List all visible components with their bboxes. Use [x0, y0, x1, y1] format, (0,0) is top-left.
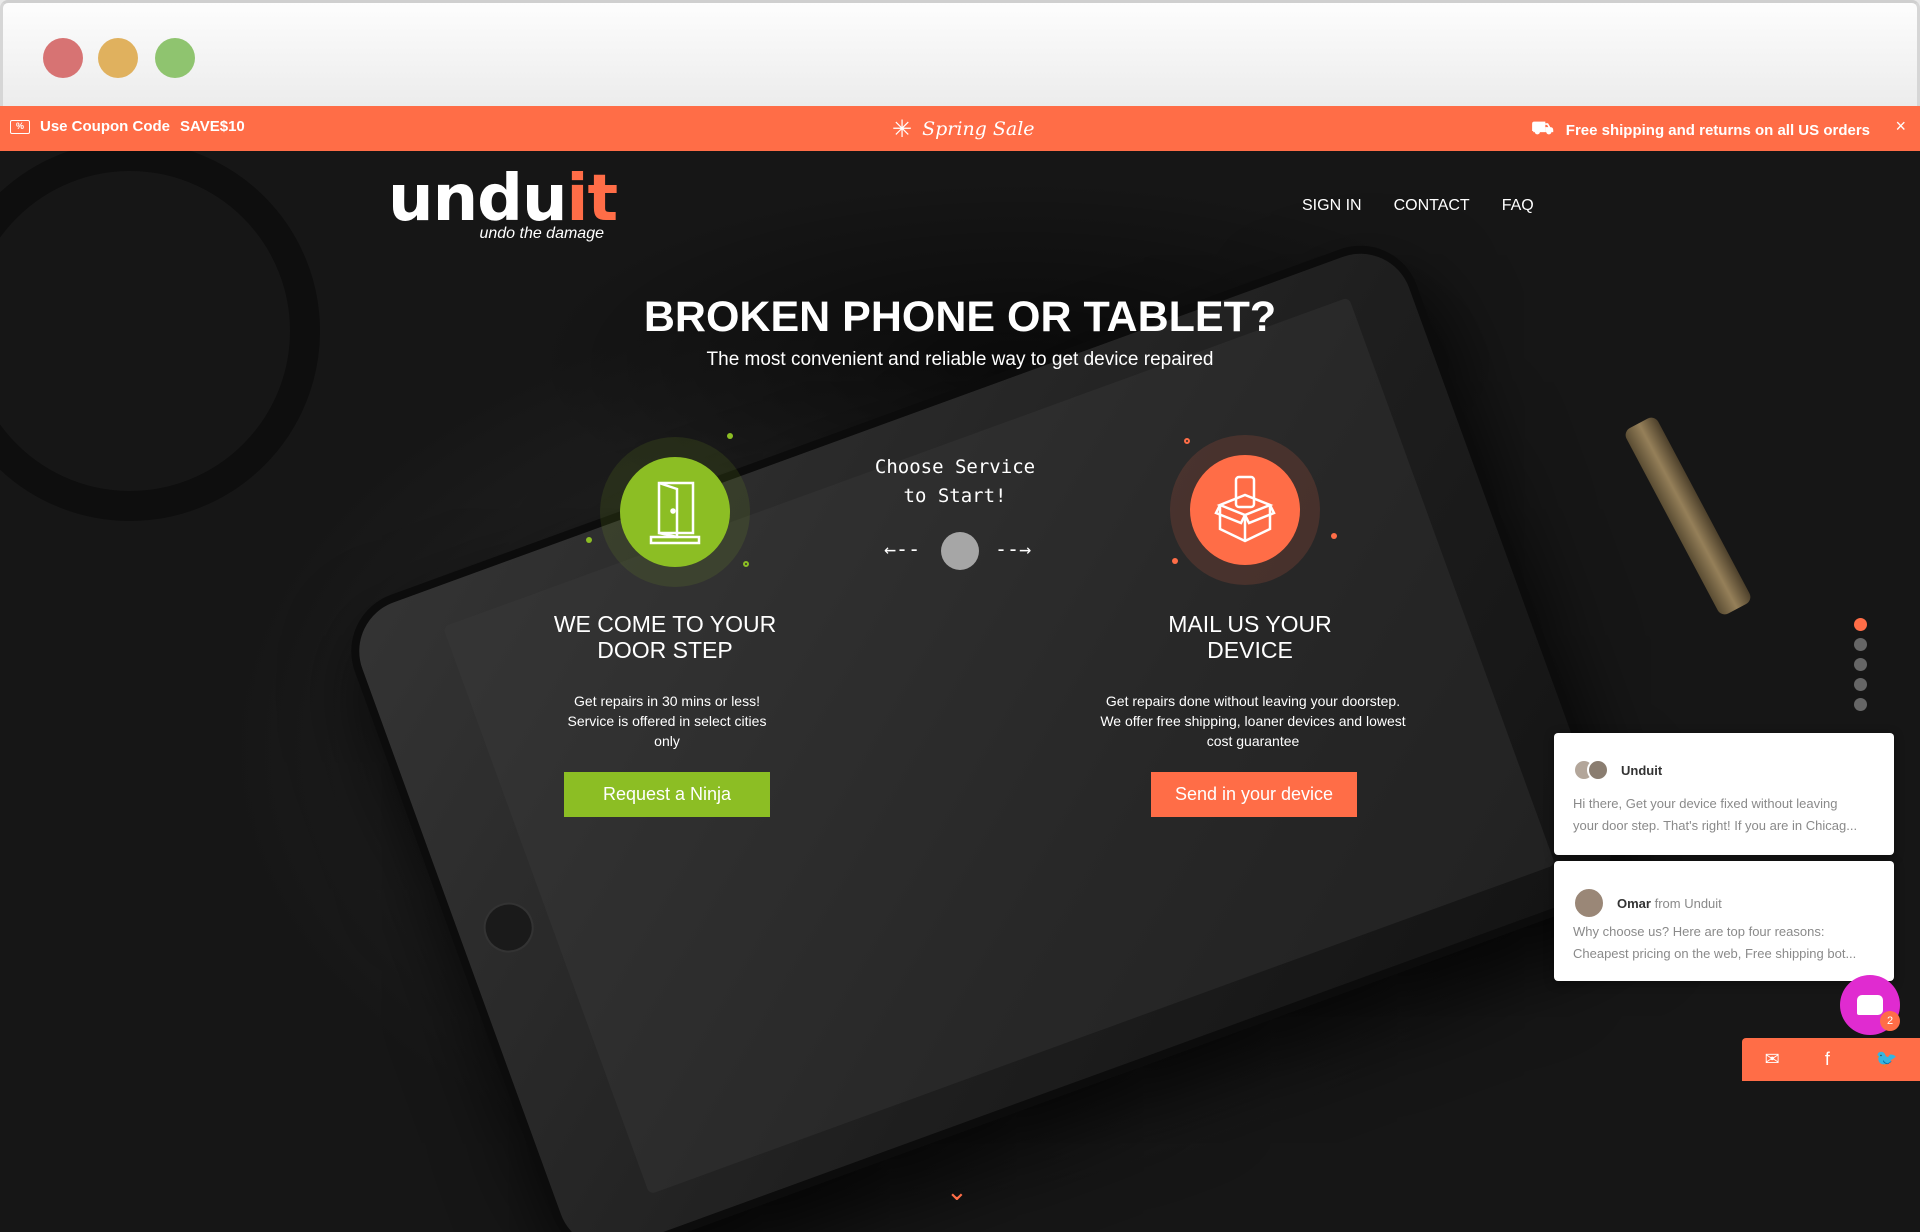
doorstep-service-icon-wrap[interactable]: [600, 437, 750, 587]
mail-in-service-title: MAIL US YOUR DEVICE: [1120, 611, 1380, 663]
mail-in-title-line: MAIL US YOUR: [1168, 611, 1332, 637]
promo-close-button[interactable]: ×: [1895, 116, 1906, 137]
main-nav: SIGN IN CONTACT FAQ: [1302, 197, 1534, 215]
mail-in-desc-line: cost guarantee: [1206, 733, 1300, 749]
doorstep-desc-line: only: [654, 733, 680, 749]
nav-sign-in[interactable]: SIGN IN: [1302, 197, 1362, 215]
coupon-promo: % Use Coupon Code SAVE$10: [10, 118, 245, 135]
chat-message-card[interactable]: Unduit Hi there, Get your device fixed w…: [1554, 733, 1894, 855]
nav-faq[interactable]: FAQ: [1502, 197, 1534, 215]
unread-badge: 2: [1880, 1011, 1900, 1031]
mail-in-service-icon-wrap[interactable]: [1170, 435, 1320, 585]
avatar: [1587, 759, 1609, 781]
doorstep-title-line: DOOR STEP: [597, 637, 733, 663]
mail-in-desc-line: Get repairs done without leaving your do…: [1105, 693, 1401, 709]
sale-text: Spring Sale: [922, 118, 1035, 140]
window-maximize-button[interactable]: [155, 38, 195, 78]
coupon-prefix: Use Coupon Code: [40, 118, 170, 135]
promo-bar: % Use Coupon Code SAVE$10 ✳ Spring Sale …: [0, 106, 1920, 151]
email-icon[interactable]: ✉: [1765, 1049, 1780, 1070]
tablet-home-button: [476, 895, 541, 960]
service-toggle[interactable]: [941, 532, 979, 570]
chat-bubble-icon: [1857, 995, 1883, 1015]
logo-wordmark: unduit: [388, 167, 618, 231]
chat-preview-line: your door step. That's right! If you are…: [1573, 818, 1858, 833]
request-ninja-button[interactable]: Request a Ninja: [564, 772, 770, 817]
chat-preview-line: Hi there, Get your device fixed without …: [1573, 796, 1838, 811]
send-device-button[interactable]: Send in your device: [1151, 772, 1357, 817]
sparkle-icon: ✳: [892, 115, 913, 143]
logo[interactable]: unduit undo the damage: [388, 167, 618, 249]
coupon-icon: %: [10, 119, 30, 134]
chat-preview: Why choose us? Here are top four reasons…: [1573, 921, 1878, 965]
arrow-right-icon: --→: [995, 537, 1032, 561]
truck-icon: ⛟: [1531, 118, 1554, 138]
avatar: [1573, 887, 1605, 919]
door-icon: [620, 457, 730, 567]
section-pager: [1854, 618, 1867, 711]
chat-sender: Omar: [1617, 895, 1651, 911]
decorative-dot: [586, 537, 592, 543]
facebook-icon[interactable]: f: [1825, 1049, 1830, 1070]
arrow-left-icon: ←--: [884, 537, 921, 561]
browser-window-chrome: [0, 0, 1920, 106]
nav-contact[interactable]: CONTACT: [1394, 197, 1470, 215]
chat-header: Unduit: [1573, 759, 1662, 781]
doorstep-title-line: WE COME TO YOUR: [553, 611, 777, 637]
sale-banner: ✳ Spring Sale: [892, 115, 1035, 143]
decorative-dot: [727, 433, 733, 439]
chat-preview-line: Cheapest pricing on the web, Free shippi…: [1573, 946, 1857, 961]
doorstep-service-title: WE COME TO YOUR DOOR STEP: [535, 611, 795, 663]
decorative-dot: [1184, 438, 1190, 444]
doorstep-desc-line: Get repairs in 30 mins or less!: [574, 693, 760, 709]
coupon-code: SAVE$10: [180, 118, 245, 135]
chat-message-card[interactable]: Omar from Unduit Why choose us? Here are…: [1554, 861, 1894, 981]
decorative-dot: [1172, 558, 1178, 564]
chat-header: Omar from Unduit: [1573, 887, 1722, 919]
hero-subheadline: The most convenient and reliable way to …: [706, 349, 1214, 370]
pager-dot[interactable]: [1854, 678, 1867, 691]
hero-headline: BROKEN PHONE OR TABLET?: [643, 293, 1277, 341]
window-minimize-button[interactable]: [98, 38, 138, 78]
pager-dot[interactable]: [1854, 618, 1867, 631]
pager-dot[interactable]: [1854, 638, 1867, 651]
doorstep-desc-line: Service is offered in select cities: [567, 713, 767, 729]
background-audio-jack: [1622, 414, 1754, 618]
chat-preview-line: Why choose us? Here are top four reasons…: [1573, 924, 1825, 939]
mail-in-service-description: Get repairs done without leaving your do…: [1088, 691, 1418, 751]
mail-in-desc-line: We offer free shipping, loaner devices a…: [1100, 713, 1406, 729]
shipping-text: Free shipping and returns on all US orde…: [1565, 121, 1870, 139]
choose-line: Choose Service: [874, 456, 1036, 478]
window-close-button[interactable]: [43, 38, 83, 78]
chevron-down-icon[interactable]: ⌄: [946, 1176, 968, 1207]
choose-service-prompt: Choose Service to Start!: [860, 453, 1050, 511]
decorative-dot: [743, 561, 749, 567]
mail-in-title-line: DEVICE: [1207, 637, 1293, 663]
pager-dot[interactable]: [1854, 698, 1867, 711]
twitter-icon[interactable]: 🐦: [1875, 1049, 1897, 1070]
hero-section: unduit undo the damage SIGN IN CONTACT F…: [0, 151, 1920, 1232]
share-bar: ✉ f 🐦: [1742, 1038, 1920, 1081]
team-avatars: [1573, 759, 1609, 781]
chat-preview: Hi there, Get your device fixed without …: [1573, 793, 1878, 837]
package-phone-icon: [1190, 455, 1300, 565]
chat-sender-org: from Unduit: [1654, 895, 1722, 911]
choose-line: to Start!: [903, 485, 1007, 507]
pager-dot[interactable]: [1854, 658, 1867, 671]
doorstep-service-description: Get repairs in 30 mins or less! Service …: [502, 691, 832, 751]
chat-sender: Unduit: [1621, 762, 1663, 778]
shipping-promo: ⛟ Free shipping and returns on all US or…: [1531, 118, 1870, 142]
decorative-dot: [1331, 533, 1337, 539]
logo-tagline: undo the damage: [479, 225, 604, 242]
